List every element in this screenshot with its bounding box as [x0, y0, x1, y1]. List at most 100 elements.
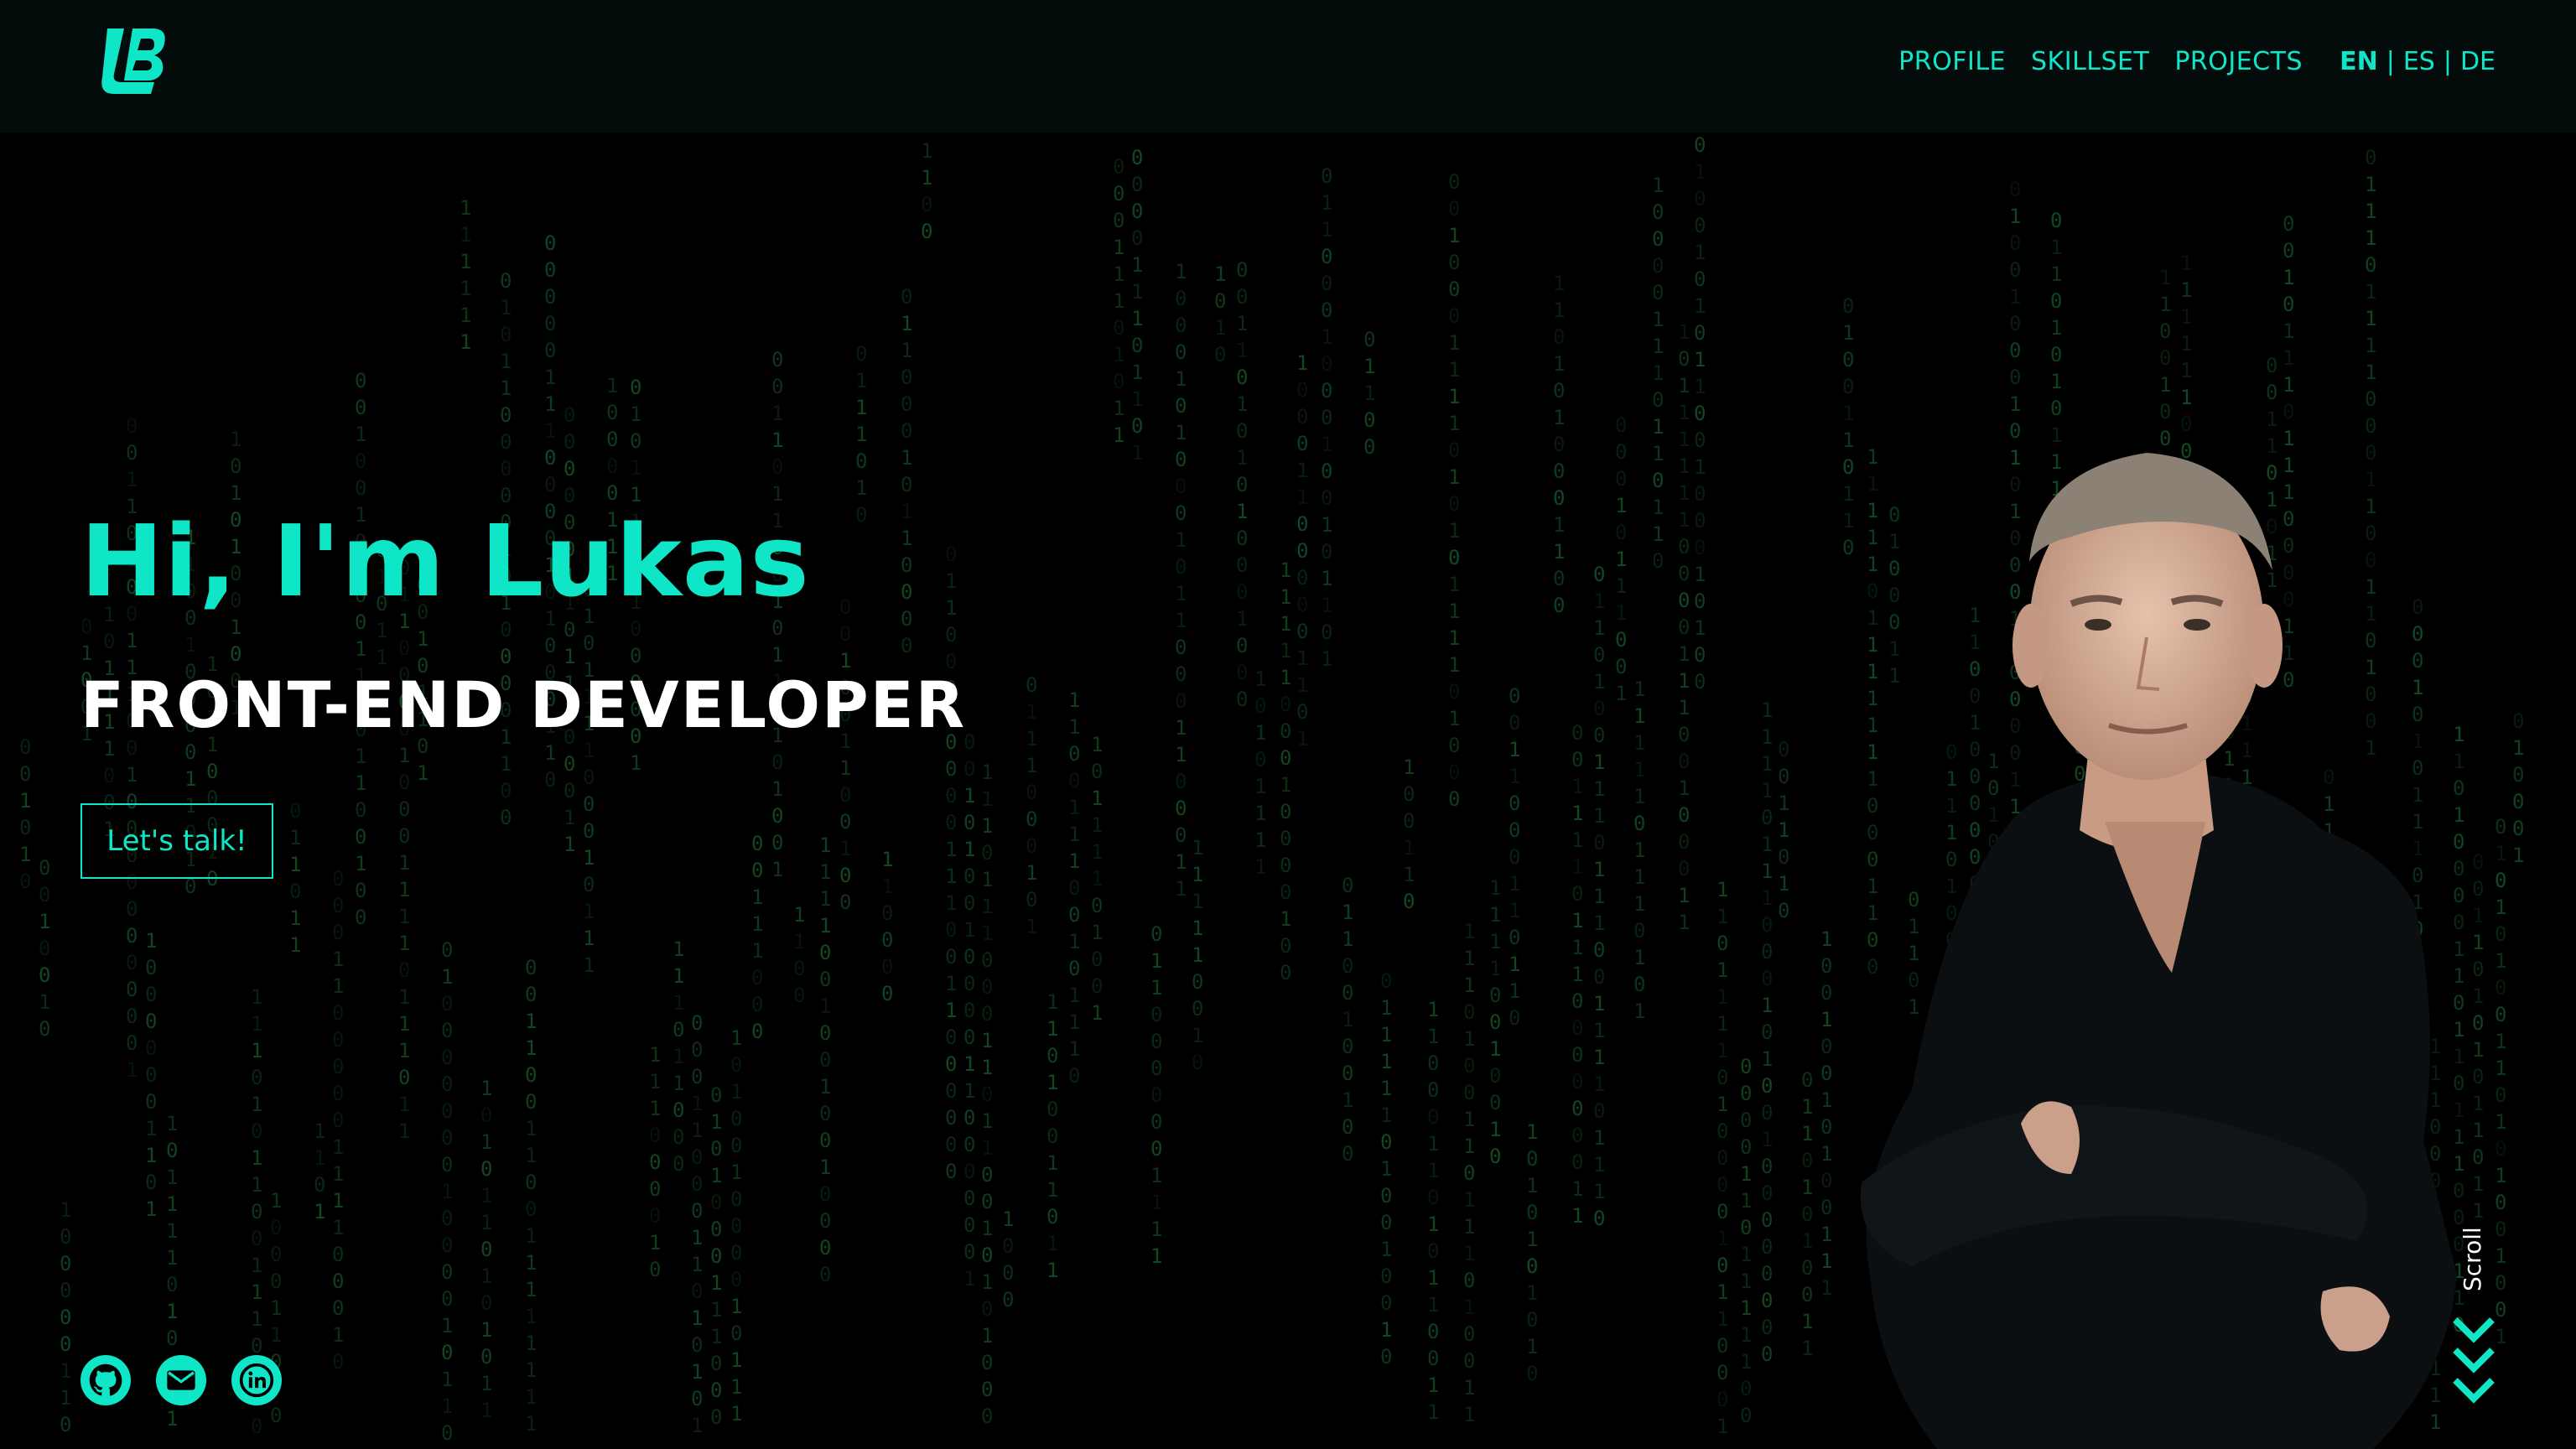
svg-text:0: 0 [981, 1002, 993, 1026]
svg-text:1: 1 [1571, 775, 1583, 798]
lets-talk-button[interactable]: Let's talk! [80, 803, 273, 879]
svg-text:0: 0 [901, 366, 912, 389]
svg-text:1: 1 [1192, 890, 1203, 913]
svg-text:1: 1 [355, 423, 366, 446]
svg-text:0: 0 [1740, 1109, 1752, 1132]
svg-text:1: 1 [819, 914, 831, 937]
svg-text:1: 1 [2050, 316, 2062, 340]
svg-text:0: 0 [332, 894, 344, 917]
svg-text:0: 0 [1448, 439, 1460, 462]
svg-text:0: 0 [103, 630, 115, 653]
svg-text:1: 1 [963, 784, 975, 808]
lang-separator: | [2386, 47, 2395, 76]
svg-text:0: 0 [398, 1066, 410, 1089]
svg-text:1: 1 [1448, 519, 1460, 543]
svg-text:1: 1 [819, 860, 831, 884]
svg-text:0: 0 [1694, 267, 1706, 291]
nav-item-skillset[interactable]: SKILLSET [2031, 47, 2149, 76]
matrix-column: 1 1 0 0 0 0 [881, 848, 893, 1005]
svg-text:0: 0 [2283, 239, 2294, 262]
svg-text:1: 1 [332, 1216, 344, 1239]
svg-text:0: 0 [1509, 711, 1520, 735]
svg-text:0: 0 [691, 1065, 703, 1088]
svg-text:0: 0 [1131, 334, 1143, 357]
logo-icon[interactable] [99, 22, 168, 101]
nav-item-projects[interactable]: PROJECTS [2174, 47, 2303, 76]
lang-en[interactable]: EN [2340, 47, 2378, 76]
svg-text:0: 0 [710, 1083, 722, 1107]
svg-text:1: 1 [564, 645, 575, 668]
svg-text:1: 1 [355, 637, 366, 661]
svg-text:1: 1 [2283, 319, 2294, 343]
svg-text:0: 0 [1489, 1091, 1501, 1114]
svg-text:1: 1 [1113, 289, 1124, 313]
svg-text:0: 0 [1740, 1216, 1752, 1239]
svg-text:0: 0 [60, 1332, 71, 1356]
svg-text:1: 1 [480, 1265, 492, 1288]
svg-text:1: 1 [1296, 486, 1308, 509]
svg-text:0: 0 [583, 766, 595, 789]
lang-de[interactable]: DE [2460, 47, 2496, 76]
svg-text:1: 1 [1593, 616, 1605, 640]
svg-text:0: 0 [1280, 934, 1291, 958]
svg-text:1: 1 [1448, 707, 1460, 730]
svg-text:1: 1 [480, 1184, 492, 1208]
svg-text:1: 1 [332, 1162, 344, 1186]
svg-text:0: 0 [1236, 366, 1248, 389]
svg-text:0: 0 [1615, 655, 1627, 678]
svg-text:1: 1 [1716, 1012, 1728, 1036]
svg-text:0: 0 [1236, 285, 1248, 309]
svg-text:1: 1 [1593, 589, 1605, 613]
svg-text:0: 0 [441, 1260, 453, 1284]
svg-text:1: 1 [1068, 715, 1080, 739]
svg-text:0: 0 [839, 891, 851, 914]
svg-text:0: 0 [332, 867, 344, 891]
svg-text:0: 0 [1842, 375, 1854, 398]
lang-es[interactable]: ES [2403, 47, 2435, 76]
svg-text:1: 1 [710, 1271, 722, 1295]
svg-text:1: 1 [1363, 355, 1375, 378]
github-link[interactable] [80, 1355, 131, 1405]
svg-text:0: 0 [19, 762, 31, 786]
svg-text:0: 0 [1280, 719, 1291, 743]
svg-text:1: 1 [1150, 1164, 1162, 1187]
svg-text:1: 1 [544, 741, 556, 765]
svg-text:1: 1 [1716, 958, 1728, 982]
svg-text:0: 0 [1593, 697, 1605, 720]
matrix-column: 0 1 1 1 0 1 0 [855, 342, 867, 527]
svg-text:1: 1 [1678, 481, 1690, 505]
svg-text:0: 0 [1280, 961, 1291, 984]
svg-text:1: 1 [2159, 373, 2171, 397]
svg-text:0: 0 [1694, 187, 1706, 210]
svg-text:1: 1 [691, 1306, 703, 1330]
svg-text:0: 0 [630, 429, 641, 453]
svg-text:0: 0 [945, 1133, 957, 1156]
svg-text:1: 1 [1694, 160, 1706, 184]
svg-text:1: 1 [1571, 936, 1583, 959]
matrix-column: 1 1 1 1 1 0 0 0 1 0 0 0 0 1 0 0 [1280, 558, 1291, 984]
svg-text:1: 1 [1113, 423, 1124, 447]
svg-text:0: 0 [1427, 1052, 1439, 1075]
matrix-column: 0 0 1 1 1 0 0 0 [751, 832, 763, 1043]
matrix-column: 0 1 1 0 1 0 0 1 1 1 0 1 1 1 0 0 1 1 1 1 0 1 1 1 0 [1593, 563, 1605, 1230]
chevrons-down-icon[interactable] [2452, 1317, 2496, 1409]
matrix-column: 010111100010111 [583, 578, 595, 977]
svg-text:1: 1 [691, 1226, 703, 1249]
svg-text:0: 0 [500, 779, 512, 802]
svg-text:0: 0 [1761, 1316, 1773, 1339]
svg-text:1: 1 [564, 806, 575, 829]
svg-text:0: 0 [1175, 823, 1187, 847]
svg-text:1: 1 [2180, 332, 2192, 356]
nav-item-profile[interactable]: PROFILE [1898, 47, 2006, 76]
svg-text:1: 1 [1615, 574, 1627, 598]
svg-text:0: 0 [544, 339, 556, 362]
email-link[interactable] [156, 1355, 206, 1405]
svg-text:0: 0 [981, 841, 993, 865]
svg-text:0: 0 [2512, 817, 2524, 840]
svg-text:1: 1 [1633, 758, 1645, 782]
svg-text:0: 0 [1342, 1142, 1353, 1166]
svg-text:0: 0 [881, 955, 893, 979]
linkedin-link[interactable] [231, 1355, 282, 1405]
svg-text:1: 1 [417, 761, 428, 785]
svg-text:1: 1 [2159, 293, 2171, 316]
